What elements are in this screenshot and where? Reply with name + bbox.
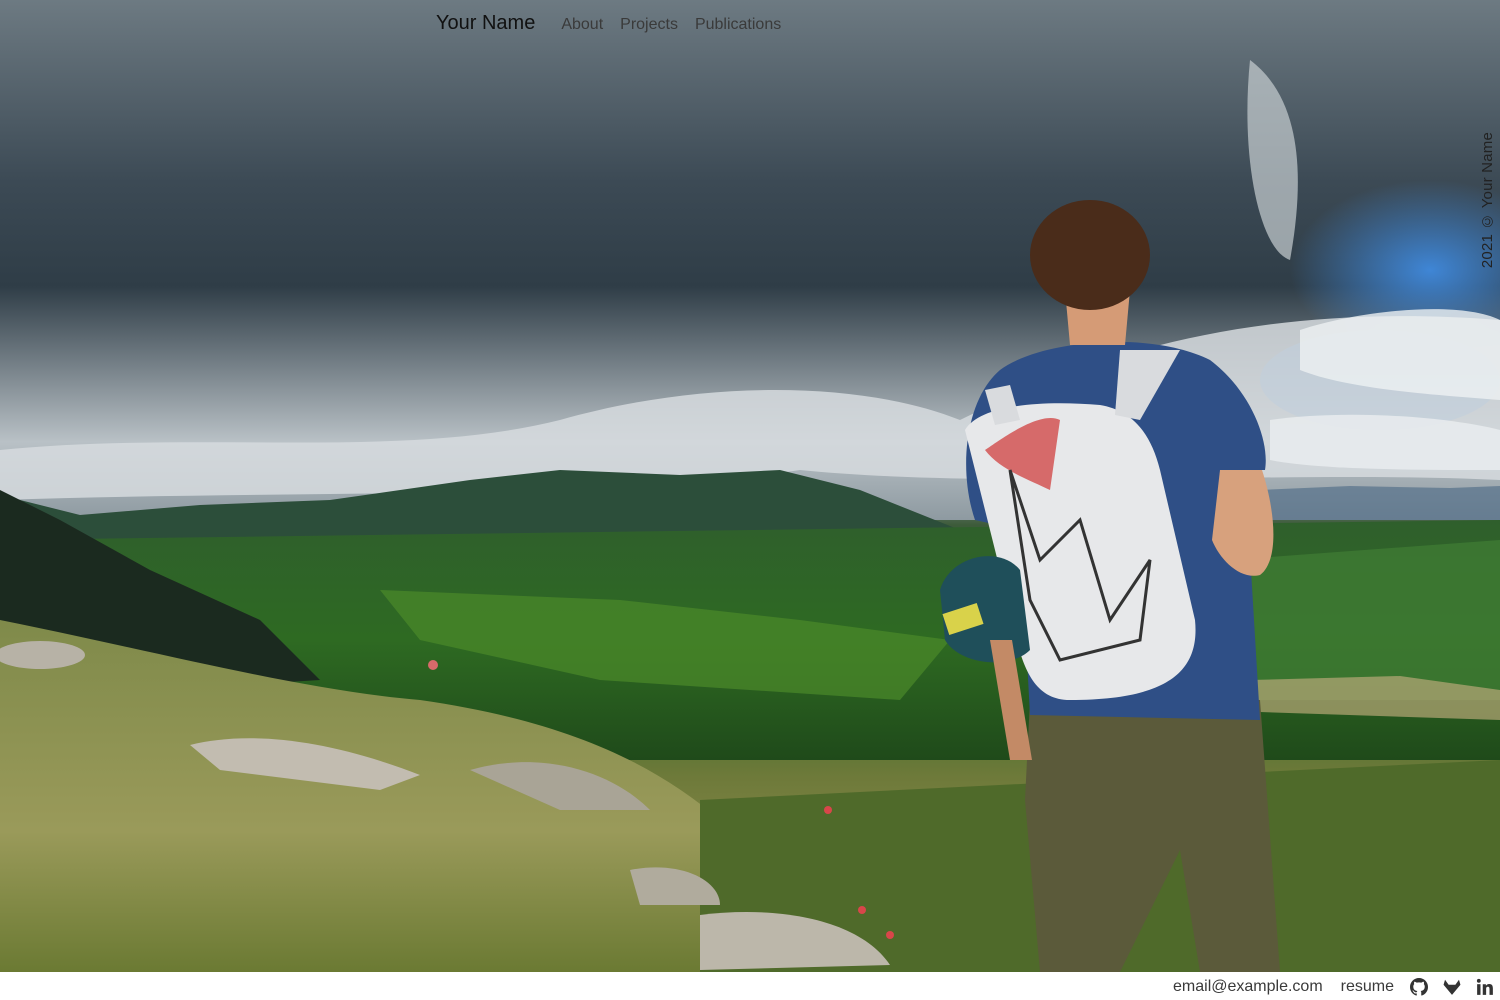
top-navigation: Your Name About Projects Publications — [436, 12, 798, 36]
github-icon-glyph — [1410, 978, 1428, 996]
landscape-illustration — [0, 0, 1500, 972]
footer: email@example.com resume — [0, 972, 1500, 1000]
resume-link[interactable]: resume — [1341, 978, 1394, 996]
brand-link[interactable]: Your Name — [436, 12, 535, 35]
copyright-text: 2021 © Your Name — [1479, 132, 1496, 269]
nav-link-projects[interactable]: Projects — [620, 16, 678, 34]
gitlab-icon[interactable] — [1443, 978, 1461, 996]
email-link[interactable]: email@example.com — [1173, 978, 1323, 996]
hero-photo — [0, 0, 1500, 972]
gitlab-icon-glyph — [1443, 979, 1461, 995]
github-icon[interactable] — [1410, 978, 1428, 996]
linkedin-icon-glyph — [1476, 978, 1493, 995]
nav-link-publications[interactable]: Publications — [695, 16, 781, 34]
linkedin-icon[interactable] — [1476, 978, 1494, 996]
nav-link-about[interactable]: About — [561, 16, 603, 34]
footer-links: email@example.com resume — [1173, 978, 1494, 996]
